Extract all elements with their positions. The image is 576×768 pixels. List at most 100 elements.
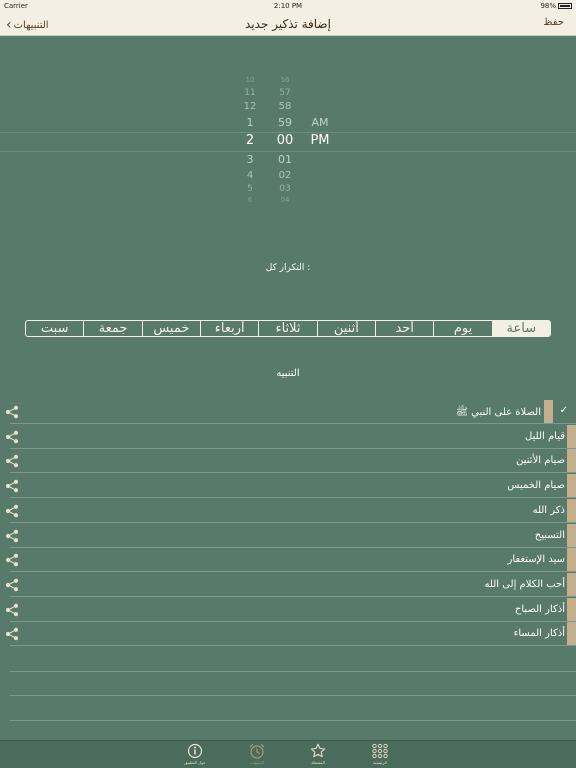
navigation-bar: ‹ التنبيهات إضافة تذكير جديد حفظ bbox=[0, 12, 576, 36]
alert-label: ذكر الله bbox=[532, 504, 565, 516]
row-accent-bar bbox=[567, 523, 576, 548]
battery-icon bbox=[558, 3, 572, 9]
checkmark-icon: ✓ bbox=[559, 405, 568, 416]
tab-alerts[interactable]: التنبيهات bbox=[237, 743, 277, 765]
alert-label: التسبيح bbox=[534, 529, 565, 541]
row-accent-bar bbox=[544, 400, 553, 424]
alert-row[interactable]: سيد الإستغفار bbox=[0, 548, 576, 573]
info-icon bbox=[187, 743, 203, 759]
segment-saturday[interactable]: سبت bbox=[26, 321, 83, 336]
tab-label: التنبيهات bbox=[250, 760, 264, 765]
tab-favorites[interactable]: المفضلة bbox=[298, 743, 338, 765]
minute-option[interactable]: 58 bbox=[266, 101, 304, 112]
alert-label: الصلاة على النبي ﷺ bbox=[455, 407, 541, 418]
alert-label: أذكار المساء bbox=[513, 628, 565, 640]
segment-tuesday[interactable]: ثلاثاء bbox=[258, 321, 316, 336]
alert-row[interactable]: أذكار الصباح bbox=[0, 597, 576, 622]
tab-label: الرئيسية bbox=[373, 760, 387, 765]
tab-home[interactable]: الرئيسية bbox=[360, 743, 400, 765]
hour-selected[interactable]: 2 bbox=[232, 133, 268, 148]
battery-percent: 98% bbox=[540, 2, 556, 10]
row-accent-bar bbox=[567, 622, 576, 647]
alert-section-label: التنبيه bbox=[276, 368, 300, 379]
hour-option[interactable]: 10 bbox=[232, 76, 268, 84]
segment-day[interactable]: يوم bbox=[433, 321, 491, 336]
alert-row[interactable]: ✓ الصلاة على النبي ﷺ bbox=[0, 400, 576, 424]
status-bar: Carrier 2:10 PM 98% bbox=[0, 0, 576, 12]
minute-option[interactable]: 02 bbox=[266, 170, 304, 181]
grid-icon bbox=[372, 743, 388, 759]
minute-option[interactable]: 01 bbox=[266, 153, 304, 166]
share-icon[interactable] bbox=[5, 430, 19, 444]
minute-option[interactable]: 04 bbox=[266, 196, 304, 204]
alert-label: صيام الخميس bbox=[507, 480, 565, 492]
battery-indicator: 98% bbox=[540, 2, 572, 10]
minute-option[interactable]: 03 bbox=[266, 184, 304, 194]
repeat-label: التكرار كل : bbox=[265, 263, 311, 273]
row-accent-bar bbox=[567, 424, 576, 449]
status-time: 2:10 PM bbox=[273, 2, 303, 10]
share-icon[interactable] bbox=[5, 504, 19, 518]
alert-row[interactable]: التسبيح bbox=[0, 523, 576, 548]
hour-option[interactable]: 4 bbox=[232, 170, 268, 181]
segment-hour[interactable]: ساعة bbox=[491, 321, 550, 336]
alert-label: أحب الكلام إلى الله bbox=[484, 578, 565, 590]
ampm-option[interactable]: AM bbox=[300, 116, 340, 129]
share-icon[interactable] bbox=[5, 454, 19, 468]
minute-option[interactable]: 56 bbox=[266, 76, 304, 84]
alert-label: قيام الليل bbox=[525, 430, 565, 442]
minute-option[interactable]: 57 bbox=[266, 88, 304, 98]
alarm-clock-icon bbox=[249, 744, 265, 759]
hour-option[interactable]: 6 bbox=[232, 196, 268, 204]
share-icon[interactable] bbox=[5, 627, 19, 641]
tab-about[interactable]: حول التطبيق bbox=[175, 743, 215, 765]
segment-friday[interactable]: جمعة bbox=[83, 321, 141, 336]
alert-row[interactable]: قيام الليل bbox=[0, 424, 576, 449]
segment-monday[interactable]: أثنين bbox=[316, 321, 375, 336]
row-accent-bar bbox=[567, 548, 576, 573]
time-picker[interactable]: 10 11 12 1 2 3 4 5 6 56 57 58 59 00 01 0… bbox=[0, 70, 576, 210]
picker-selection-bottom bbox=[0, 151, 576, 152]
ampm-selected[interactable]: PM bbox=[300, 133, 340, 148]
tab-label: حول التطبيق bbox=[184, 760, 206, 765]
share-icon[interactable] bbox=[5, 529, 19, 543]
empty-row-divider bbox=[10, 670, 576, 672]
row-accent-bar bbox=[567, 474, 576, 499]
empty-row-divider bbox=[10, 695, 576, 697]
row-accent-bar bbox=[567, 572, 576, 597]
share-icon[interactable] bbox=[5, 479, 19, 493]
tab-label: المفضلة bbox=[311, 760, 325, 765]
tab-bar: حول التطبيق التنبيهات المفضلة الرئيسية bbox=[0, 740, 576, 768]
alert-row[interactable]: ذكر الله bbox=[0, 498, 576, 523]
alert-label: صيام الأثنين bbox=[516, 455, 565, 467]
segment-thursday[interactable]: خميس bbox=[141, 321, 200, 336]
repeat-segmented-control[interactable]: ساعة يوم أحد أثنين ثلاثاء أربعاء خميس جم… bbox=[25, 320, 551, 337]
hour-option[interactable]: 1 bbox=[232, 116, 268, 129]
alert-label: سيد الإستغفار bbox=[507, 554, 565, 566]
alert-row[interactable]: صيام الأثنين bbox=[0, 449, 576, 474]
alert-row[interactable]: صيام الخميس bbox=[0, 474, 576, 499]
share-icon[interactable] bbox=[5, 405, 19, 419]
row-accent-bar bbox=[567, 449, 576, 474]
row-accent-bar bbox=[567, 498, 576, 523]
alert-row[interactable]: أحب الكلام إلى الله bbox=[0, 572, 576, 597]
star-icon bbox=[310, 743, 326, 758]
minute-selected[interactable]: 00 bbox=[266, 133, 304, 148]
hour-option[interactable]: 12 bbox=[232, 101, 268, 112]
segment-wednesday[interactable]: أربعاء bbox=[200, 321, 258, 336]
page-title: إضافة تذكير جديد bbox=[245, 17, 331, 31]
minute-option[interactable]: 59 bbox=[266, 116, 304, 129]
row-accent-bar bbox=[567, 597, 576, 622]
save-button[interactable]: حفظ bbox=[543, 17, 564, 28]
empty-row-divider bbox=[10, 720, 576, 722]
hour-option[interactable]: 3 bbox=[232, 153, 268, 166]
alert-row[interactable]: أذكار المساء bbox=[0, 622, 576, 647]
share-icon[interactable] bbox=[5, 603, 19, 617]
row-divider bbox=[10, 645, 576, 647]
share-icon[interactable] bbox=[5, 578, 19, 592]
hour-option[interactable]: 5 bbox=[232, 184, 268, 194]
segment-sunday[interactable]: أحد bbox=[375, 321, 433, 336]
share-icon[interactable] bbox=[5, 553, 19, 567]
hour-option[interactable]: 11 bbox=[232, 88, 268, 98]
alert-label: أذكار الصباح bbox=[514, 603, 565, 615]
